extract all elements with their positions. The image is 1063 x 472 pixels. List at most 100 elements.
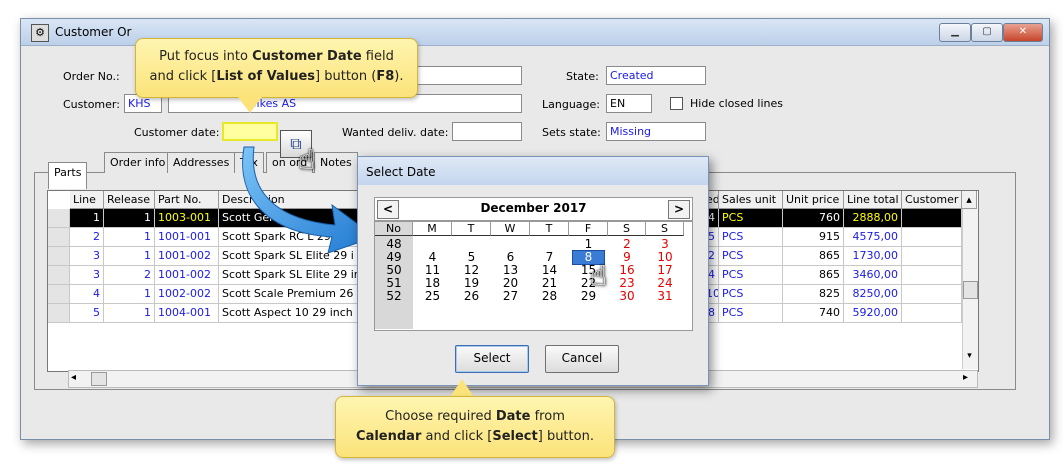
cell-unit[interactable]: PCS — [719, 247, 783, 266]
cell-price[interactable]: 865 — [783, 247, 844, 266]
maximize-button[interactable]: ▢ — [971, 23, 1003, 42]
cell-cdate[interactable] — [902, 266, 962, 285]
cell-total[interactable]: 8250,00 — [844, 285, 902, 304]
cell-release[interactable]: 1 — [104, 285, 155, 304]
wanted-deliv-field[interactable] — [452, 122, 522, 141]
select-button[interactable]: Select — [455, 345, 529, 373]
cell-desc[interactable]: Scott Scale Premium 26 in — [219, 285, 359, 304]
day-header: S — [608, 222, 646, 236]
col-header-line-total[interactable]: Line total — [844, 191, 902, 209]
calendar-day[interactable]: 27 — [495, 290, 526, 303]
scroll-left-arrow[interactable]: ◂ — [71, 372, 76, 383]
callout-pointer-top — [238, 97, 262, 113]
cell-cdate[interactable] — [902, 285, 962, 304]
scroll-up-arrow[interactable]: ▴ — [962, 191, 977, 209]
day-header: M — [413, 222, 452, 236]
row-indicator[interactable] — [48, 247, 70, 266]
select-date-dialog: Select Date < December 2017 > No M T W T F S S 4… — [357, 156, 709, 386]
cell-part[interactable]: 1001-002 — [155, 247, 219, 266]
cell-release[interactable]: 1 — [104, 247, 155, 266]
day-header: S — [646, 222, 684, 236]
customer-date-field[interactable] — [222, 122, 278, 141]
cell-total[interactable]: 2888,00 — [844, 209, 902, 228]
sets-state-field[interactable]: Missing — [606, 122, 706, 141]
cell-line[interactable]: 2 — [70, 228, 104, 247]
cell-line[interactable]: 4 — [70, 285, 104, 304]
cell-cdate[interactable] — [902, 247, 962, 266]
instruction-callout-bottom: Choose required Date from Calendar and c… — [335, 396, 615, 458]
calendar-day[interactable]: 25 — [417, 290, 448, 303]
vertical-scroll-thumb[interactable] — [963, 281, 978, 299]
cell-price[interactable]: 740 — [783, 304, 844, 323]
cell-release[interactable]: 1 — [104, 209, 155, 228]
next-month-button[interactable]: > — [668, 200, 690, 219]
col-header-customer-date[interactable]: Customer dat — [902, 191, 962, 209]
tab-addresses[interactable]: Addresses — [167, 152, 236, 173]
scroll-right-arrow[interactable]: ▸ — [963, 372, 968, 383]
minimize-button[interactable]: ▁ — [939, 23, 971, 42]
calendar-day[interactable]: 30 — [612, 290, 642, 303]
cell-cdate[interactable] — [902, 209, 962, 228]
order-no-field[interactable] — [400, 66, 522, 85]
cell-total[interactable]: 1730,00 — [844, 247, 902, 266]
row-indicator[interactable] — [48, 209, 70, 228]
language-field[interactable]: EN — [606, 94, 652, 113]
close-button[interactable]: ✕ — [1003, 23, 1043, 42]
state-field[interactable]: Created — [606, 66, 706, 85]
cell-total[interactable]: 4575,00 — [844, 228, 902, 247]
cell-total[interactable]: 3460,00 — [844, 266, 902, 285]
day-header: No — [375, 222, 413, 236]
cell-total[interactable]: 5920,00 — [844, 304, 902, 323]
cell-part[interactable]: 1001-002 — [155, 266, 219, 285]
cell-desc[interactable]: Scott Spark SL Elite 29 in — [219, 266, 359, 285]
col-header-release[interactable]: Release — [104, 191, 155, 209]
day-header: T — [452, 222, 491, 236]
cell-line[interactable]: 5 — [70, 304, 104, 323]
cell-release[interactable]: 1 — [104, 228, 155, 247]
cell-part[interactable]: 1003-001 — [155, 209, 219, 228]
row-indicator[interactable] — [48, 304, 70, 323]
cell-line[interactable]: 1 — [70, 209, 104, 228]
tab-order-info[interactable]: Order info — [104, 152, 172, 173]
cell-release[interactable]: 2 — [104, 266, 155, 285]
cell-part[interactable]: 1002-002 — [155, 285, 219, 304]
hide-closed-label: Hide closed lines — [690, 97, 783, 110]
calendar-day[interactable]: 28 — [534, 290, 565, 303]
cell-desc[interactable]: Scott Aspect 10 29 inch — [219, 304, 359, 323]
tab-parts[interactable]: Parts — [48, 162, 88, 189]
col-header-unit-price[interactable]: Unit price — [783, 191, 844, 209]
day-header: T — [530, 222, 569, 236]
cell-unit[interactable]: PCS — [719, 209, 783, 228]
cell-cdate[interactable] — [902, 228, 962, 247]
cell-unit[interactable]: PCS — [719, 266, 783, 285]
cell-unit[interactable]: PCS — [719, 228, 783, 247]
col-header-part-no[interactable]: Part No. — [155, 191, 219, 209]
cell-line[interactable]: 3 — [70, 247, 104, 266]
row-indicator[interactable] — [48, 266, 70, 285]
horizontal-scroll-thumb[interactable] — [91, 372, 107, 386]
dialog-title: Select Date — [366, 165, 436, 179]
row-indicator[interactable] — [48, 228, 70, 247]
calendar-grid[interactable]: No M T W T F S S 48 1 2 3 49 4 5 6 7 8 9 10 50 11 12 13 14 15 16 17… — [374, 221, 693, 331]
cell-unit[interactable]: PCS — [719, 285, 783, 304]
cell-cdate[interactable] — [902, 304, 962, 323]
cell-price[interactable]: 760 — [783, 209, 844, 228]
cell-release[interactable]: 1 — [104, 304, 155, 323]
calendar-day[interactable]: 26 — [456, 290, 487, 303]
scroll-down-arrow[interactable]: ▾ — [962, 351, 977, 365]
order-no-label: Order No.: — [63, 70, 120, 83]
col-header-sales-unit[interactable]: Sales unit — [719, 191, 783, 209]
cell-price[interactable]: 865 — [783, 266, 844, 285]
cell-part[interactable]: 1001-001 — [155, 228, 219, 247]
calendar-day[interactable]: 31 — [650, 290, 680, 303]
row-indicator[interactable] — [48, 285, 70, 304]
cell-price[interactable]: 915 — [783, 228, 844, 247]
cell-price[interactable]: 825 — [783, 285, 844, 304]
col-header-line[interactable]: Line — [70, 191, 104, 209]
cancel-button[interactable]: Cancel — [545, 345, 619, 373]
cell-unit[interactable]: PCS — [719, 304, 783, 323]
hide-closed-checkbox[interactable] — [670, 97, 683, 110]
cell-line[interactable]: 3 — [70, 266, 104, 285]
cell-part[interactable]: 1004-001 — [155, 304, 219, 323]
dialog-title-bar[interactable]: Select Date — [358, 157, 708, 185]
